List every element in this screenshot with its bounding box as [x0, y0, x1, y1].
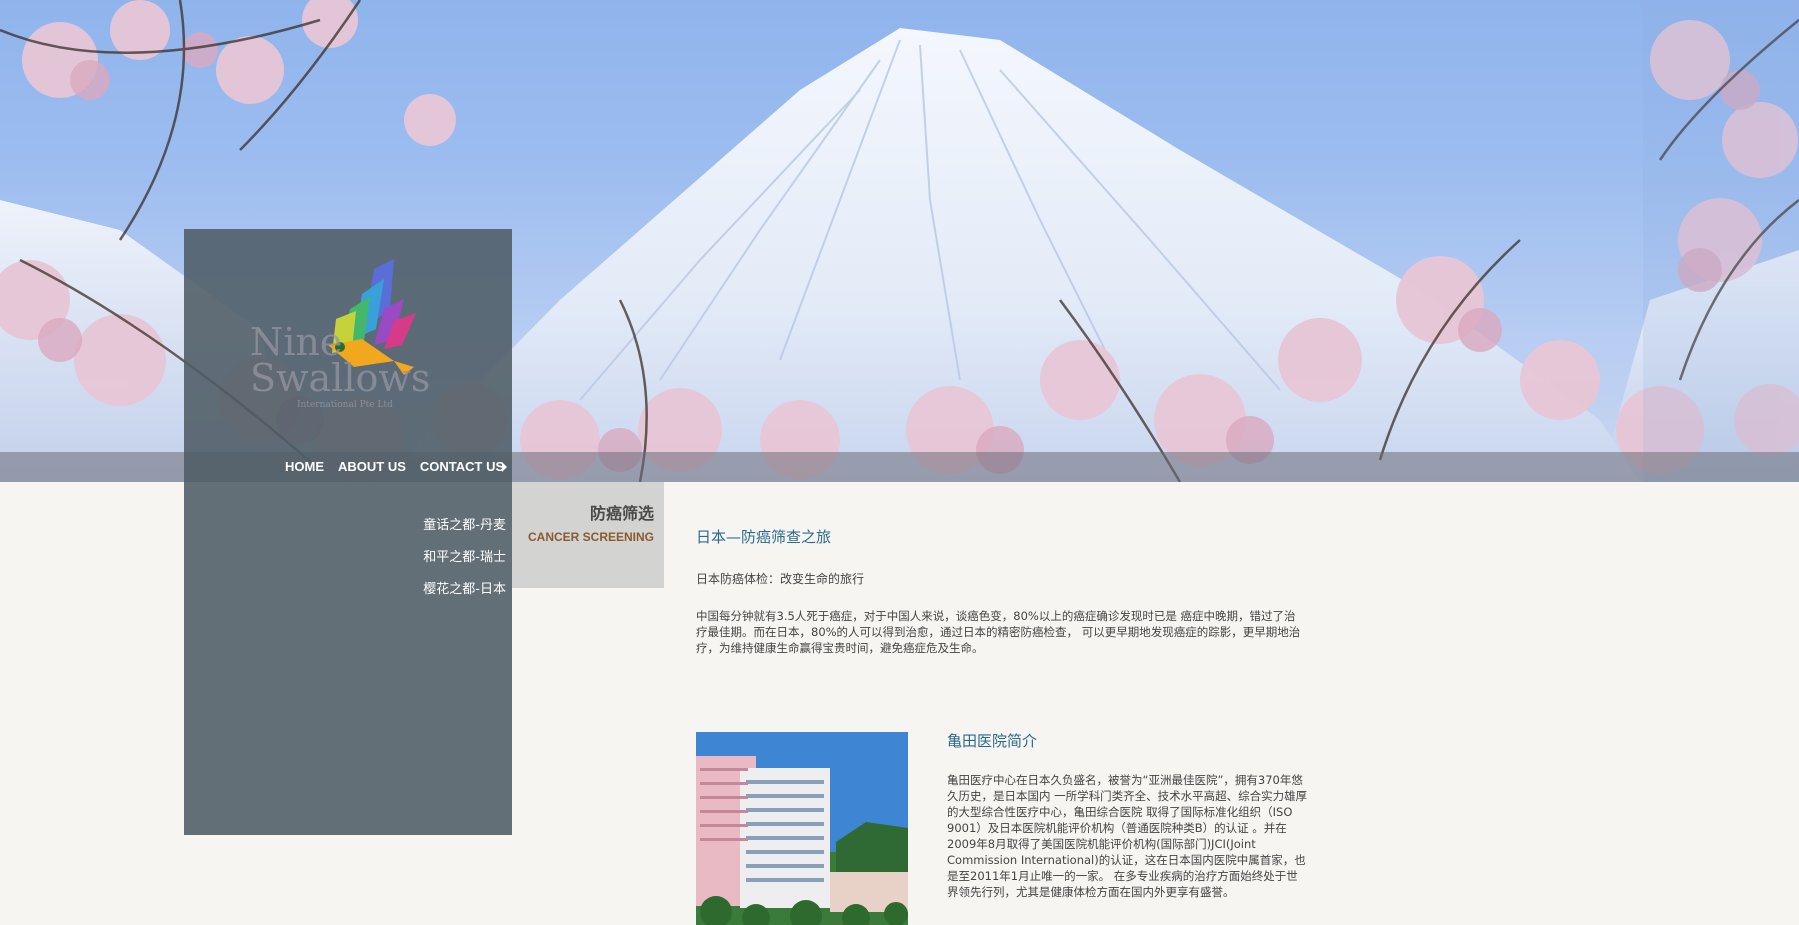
- section-title-en: CANCER SCREENING: [527, 530, 654, 544]
- hospital-body: 亀田医疗中心在日本久负盛名，被誉为“亚洲最佳医院”，拥有370年悠久历史，是日本…: [947, 773, 1308, 899]
- hospital-photo: [696, 732, 908, 925]
- sub-nav-japan-link[interactable]: 樱花之都-日本: [184, 574, 506, 606]
- destination-sub-nav: 童话之都-丹麦 和平之都-瑞士 樱花之都-日本: [184, 510, 506, 606]
- section-tag: 防癌筛选 CANCER SCREENING: [512, 482, 664, 588]
- main-nav: HOME ABOUT US CONTACT US: [285, 459, 504, 474]
- section-title-cn: 防癌筛选: [589, 504, 654, 523]
- caret-right-icon: [502, 462, 507, 472]
- article-body: 中国每分钟就有3.5人死于癌症，对于中国人来说，谈癌色变，80%以上的癌症确诊发…: [696, 609, 1301, 655]
- article-subtitle: 日本防癌体检：改变生命的旅行: [696, 572, 865, 586]
- hero-right-overlay: [1643, 0, 1799, 482]
- hospital-title: 亀田医院简介: [947, 732, 1038, 750]
- nav-about-us-link[interactable]: ABOUT US: [338, 459, 406, 474]
- sub-nav-denmark-link[interactable]: 童话之都-丹麦: [184, 510, 506, 542]
- logo-wordmark: Nine Swallows: [250, 320, 431, 400]
- logo-tagline: International Pte Ltd: [297, 400, 393, 410]
- article-title: 日本—防癌筛查之旅: [696, 528, 832, 546]
- nav-contact-us-link[interactable]: CONTACT US: [420, 459, 504, 474]
- sub-nav-switzerland-link[interactable]: 和平之都-瑞士: [184, 542, 506, 574]
- nav-home-link[interactable]: HOME: [285, 459, 324, 474]
- hospital-building-image: [696, 732, 908, 925]
